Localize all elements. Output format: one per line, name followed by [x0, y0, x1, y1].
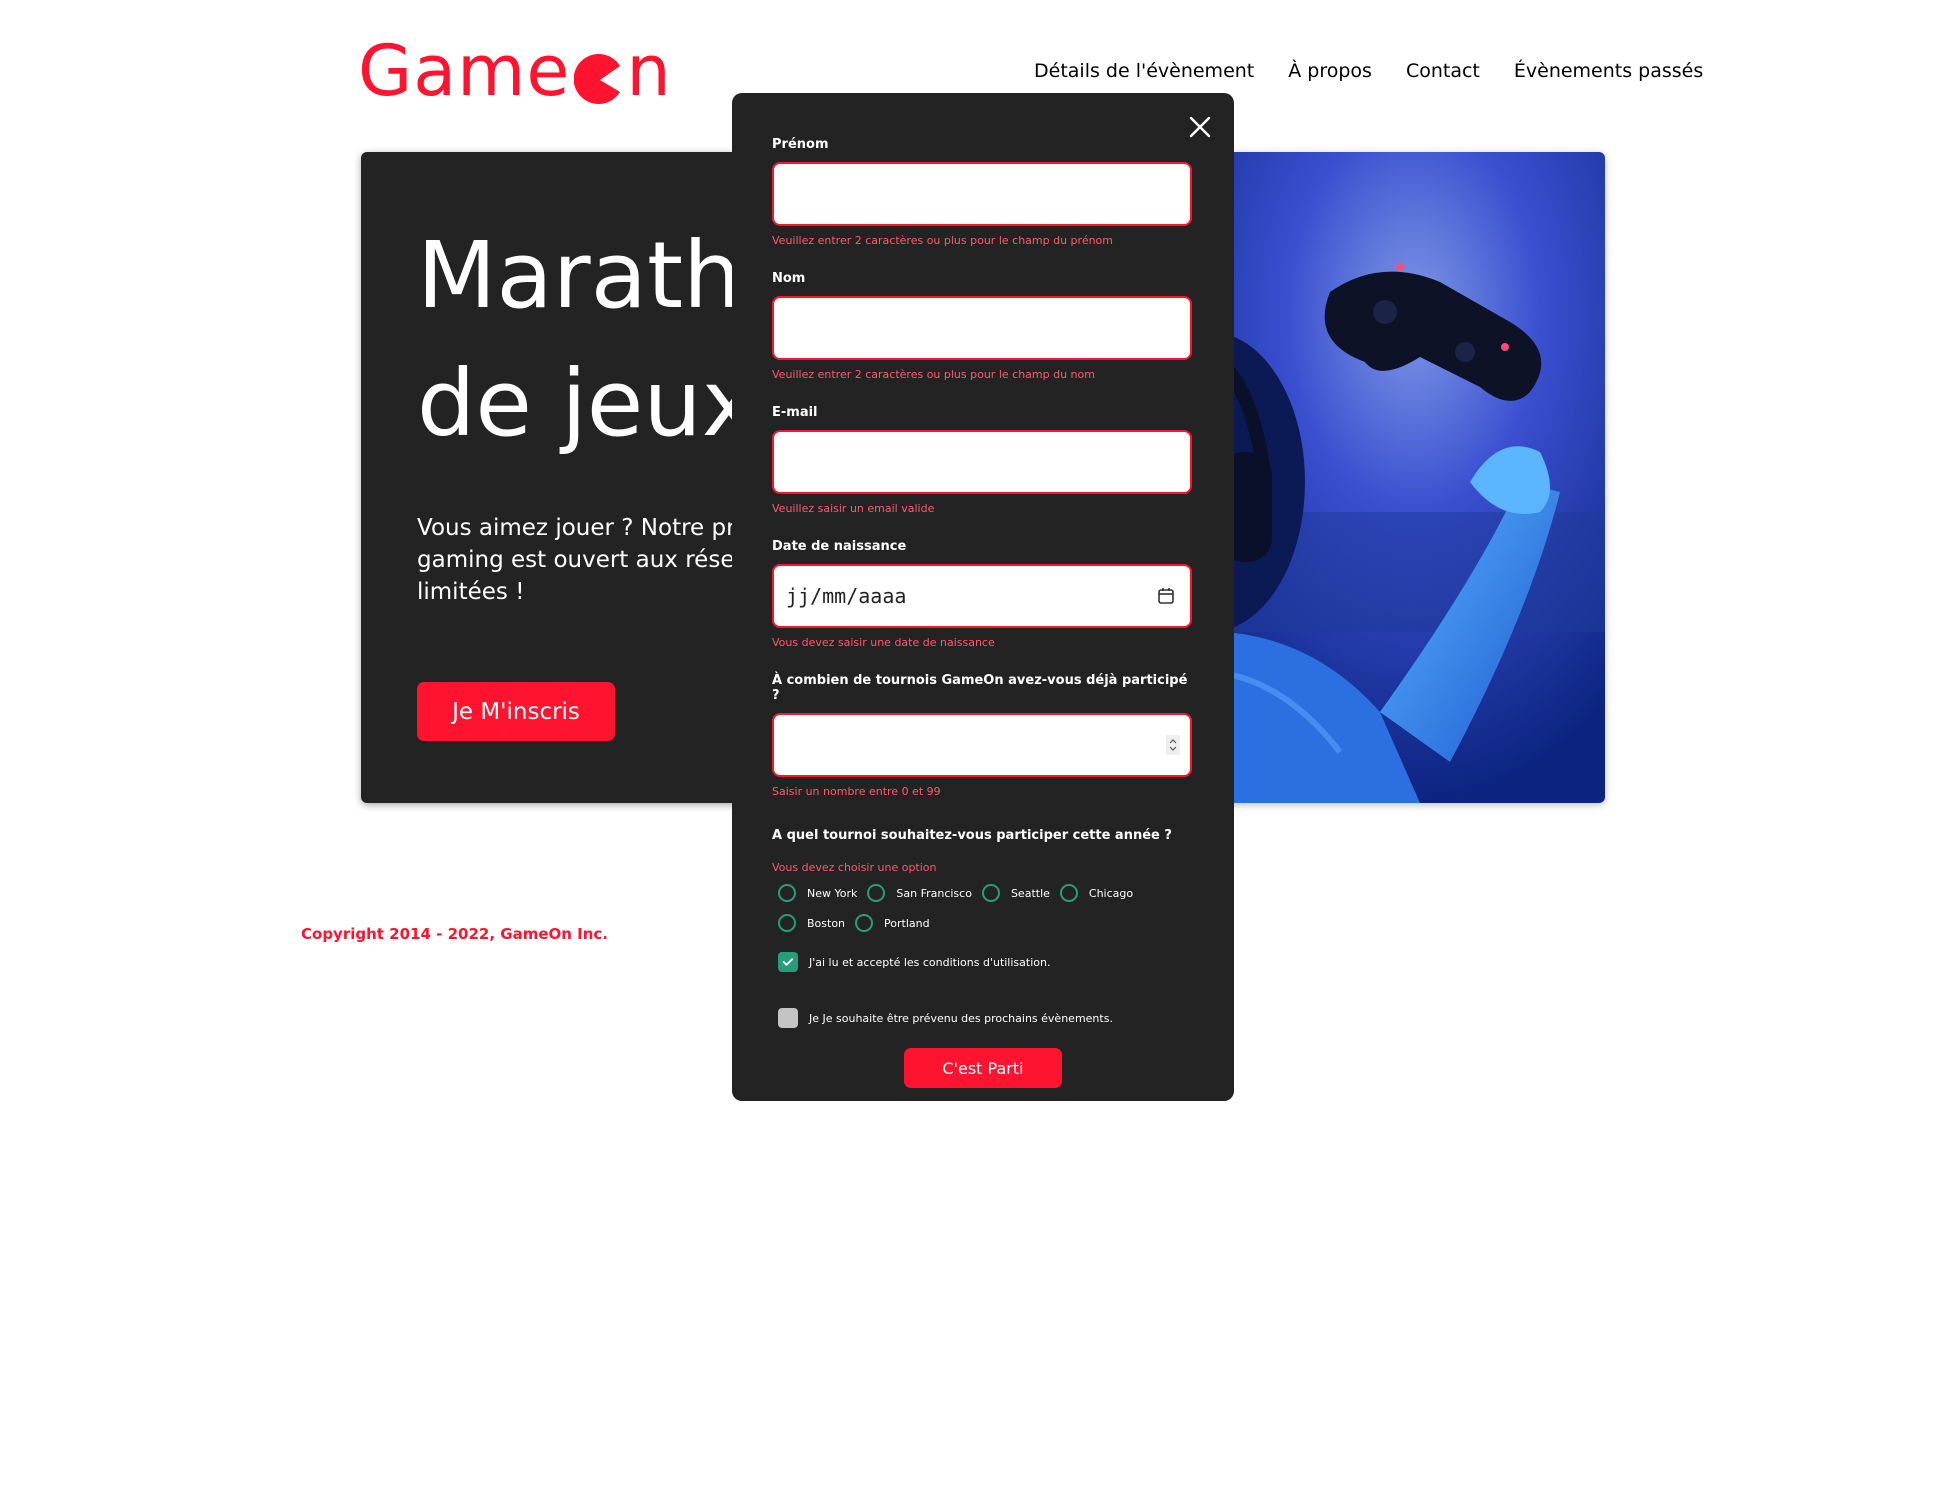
last-name-label: Nom: [772, 271, 806, 286]
spinner-arrows-icon[interactable]: [1166, 735, 1180, 755]
location-option-label: Chicago: [1088, 886, 1134, 900]
last-name-error: Veuillez entrer 2 caractères ou plus pou…: [772, 368, 1095, 381]
location-row-1: New York San Francisco Seattle Chicago: [778, 884, 1194, 902]
logo-text-suffix: n: [626, 30, 672, 112]
birthdate-placeholder: jj/mm/aaaa: [786, 584, 907, 608]
quantity-error: Saisir un nombre entre 0 et 99: [772, 785, 941, 798]
registration-form: Prénom Veuillez entrer 2 caractères ou p…: [772, 137, 1194, 1088]
location-option-label: New York: [807, 886, 858, 900]
logo-text-prefix: Game: [358, 30, 571, 112]
quantity-stepper[interactable]: [772, 713, 1192, 777]
close-icon[interactable]: [1186, 113, 1214, 141]
birthdate-error: Vous devez saisir une date de naissance: [772, 636, 995, 649]
email-label: E-mail: [772, 405, 818, 420]
newsletter-checkbox[interactable]: [778, 1008, 798, 1028]
newsletter-checkbox-row[interactable]: Je Je souhaite être prévenu des prochain…: [778, 1008, 1194, 1028]
location-option-label: Boston: [807, 916, 846, 930]
registration-modal: Prénom Veuillez entrer 2 caractères ou p…: [732, 93, 1234, 1101]
radio-circle-icon[interactable]: [867, 884, 886, 902]
location-option-chicago[interactable]: Chicago: [1059, 884, 1134, 902]
location-question: A quel tournoi souhaitez-vous participer…: [772, 828, 1172, 843]
radio-circle-icon[interactable]: [981, 884, 1000, 902]
submit-button[interactable]: C'est Parti: [904, 1048, 1062, 1088]
radio-circle-icon[interactable]: [1059, 884, 1078, 902]
checkmark-icon: [782, 958, 794, 966]
logo-o-icon: [574, 47, 622, 104]
location-option-boston[interactable]: Boston: [778, 914, 845, 932]
first-name-field[interactable]: [772, 162, 1192, 226]
location-option-label: San Francisco: [896, 886, 972, 900]
radio-circle-icon[interactable]: [778, 914, 796, 932]
nav-item-details[interactable]: Détails de l'évènement: [1034, 60, 1254, 82]
nav-item-past-events[interactable]: Évènements passés: [1514, 60, 1703, 82]
gameon-logo[interactable]: Game n: [358, 36, 672, 106]
birthdate-label: Date de naissance: [772, 539, 907, 554]
quantity-label: À combien de tournois GameOn avez-vous d…: [772, 673, 1188, 703]
location-option-portland[interactable]: Portland: [855, 914, 930, 932]
main-nav: Détails de l'évènement À propos Contact …: [1034, 60, 1703, 82]
radio-circle-icon[interactable]: [778, 884, 796, 902]
newsletter-label: Je Je souhaite être prévenu des prochain…: [809, 1011, 1113, 1025]
last-name-field[interactable]: [772, 296, 1192, 360]
gamer-controller-photo-icon: [1180, 152, 1605, 803]
location-option-seattle[interactable]: Seattle: [981, 884, 1050, 902]
email-field[interactable]: [772, 430, 1192, 494]
email-error: Veuillez saisir un email valide: [772, 502, 935, 515]
location-option-new-york[interactable]: New York: [778, 884, 857, 902]
first-name-error: Veuillez entrer 2 caractères ou plus pou…: [772, 234, 1113, 247]
location-option-san-francisco[interactable]: San Francisco: [867, 884, 972, 902]
terms-checkbox-row[interactable]: J'ai lu et accepté les conditions d'util…: [778, 952, 1194, 972]
copyright-text: Copyright 2014 - 2022, GameOn Inc.: [301, 925, 609, 943]
location-error: Vous devez choisir une option: [772, 861, 937, 874]
birthdate-field[interactable]: jj/mm/aaaa: [772, 564, 1192, 628]
hero-image: [1180, 152, 1605, 803]
location-row-2: Boston Portland: [778, 914, 1194, 932]
location-option-label: Seattle: [1010, 886, 1050, 900]
radio-circle-icon[interactable]: [855, 914, 874, 932]
nav-item-contact[interactable]: Contact: [1406, 60, 1480, 82]
location-option-label: Portland: [884, 916, 930, 930]
first-name-label: Prénom: [772, 137, 829, 152]
terms-label: J'ai lu et accepté les conditions d'util…: [809, 955, 1051, 969]
signup-button[interactable]: Je M'inscris: [417, 682, 615, 741]
nav-item-about[interactable]: À propos: [1288, 60, 1372, 82]
calendar-icon[interactable]: [1156, 586, 1176, 606]
terms-checkbox[interactable]: [778, 952, 798, 972]
